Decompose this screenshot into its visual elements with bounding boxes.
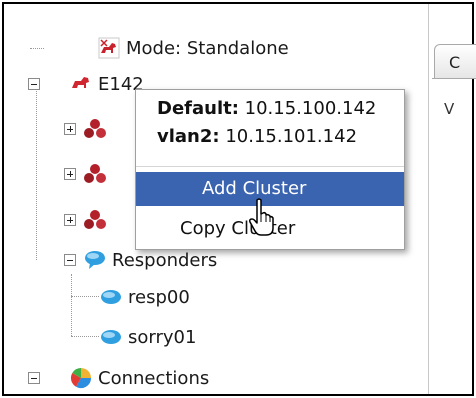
- collapse-toggle[interactable]: [64, 254, 76, 266]
- tree-item-label: resp00: [128, 286, 190, 308]
- tree-connector: [36, 82, 37, 260]
- tree-connector: [71, 274, 72, 336]
- tree-item-cluster[interactable]: [64, 115, 112, 143]
- expand-toggle[interactable]: [64, 123, 76, 135]
- tree-item-responders[interactable]: Responders: [64, 246, 217, 274]
- expand-toggle[interactable]: [64, 168, 76, 180]
- tree-item-label: E1: [98, 73, 121, 95]
- default-value: 10.15.100.142: [244, 98, 377, 119]
- tree-item-sorry01[interactable]: sorry01: [100, 323, 196, 351]
- tree-item-cluster[interactable]: [64, 160, 112, 188]
- cluster-icon: [84, 164, 106, 183]
- speech-bubble-icon: [85, 251, 105, 269]
- tab-right[interactable]: C: [434, 44, 476, 78]
- default-label: Default:: [157, 98, 239, 119]
- panel-divider[interactable]: [428, 4, 429, 394]
- tree-connector: [30, 48, 44, 49]
- tree-item-resp00[interactable]: resp00: [100, 283, 190, 311]
- tab-label: C: [449, 53, 461, 72]
- speech-bubble-icon: [101, 290, 121, 304]
- tree-item-label: sorry01: [128, 326, 197, 348]
- collapse-toggle[interactable]: [28, 372, 40, 384]
- menu-separator: [136, 166, 404, 167]
- right-panel-text: V: [444, 100, 455, 118]
- window-frame: Mode: Standalone E1 42 Responders resp00…: [2, 2, 476, 396]
- tree-item-cluster[interactable]: [64, 206, 112, 234]
- default-address: Default: 10.15.100.142: [157, 98, 376, 119]
- speech-bubble-icon: [101, 330, 121, 344]
- tree-item-mode[interactable]: Mode: Standalone: [98, 34, 289, 62]
- tree-connector: [71, 336, 99, 337]
- vlan-value: 10.15.101.142: [225, 126, 358, 147]
- cluster-icon: [84, 119, 106, 138]
- menu-item-label: Add Cluster: [202, 178, 307, 199]
- tree-item-connections[interactable]: Connections: [28, 364, 209, 392]
- cluster-icon: [84, 210, 106, 229]
- dog-red-icon: [72, 77, 89, 88]
- tree-connector: [71, 296, 99, 297]
- tree-item-label: Mode: Standalone: [126, 37, 289, 59]
- dog-icon: [98, 37, 120, 59]
- tree-item-e142[interactable]: E1 42: [28, 70, 144, 98]
- hand-pointer-cursor-icon: [249, 198, 274, 236]
- tree-item-label: Connections: [98, 367, 210, 389]
- vlan-label: vlan2:: [157, 126, 220, 147]
- vlan-address: vlan2: 10.15.101.142: [157, 126, 357, 147]
- expand-toggle[interactable]: [64, 214, 76, 226]
- tab-underline: [432, 78, 476, 79]
- pie-chart-icon: [70, 367, 92, 389]
- tree-item-label: Responders: [112, 249, 218, 271]
- collapse-toggle[interactable]: [28, 78, 40, 90]
